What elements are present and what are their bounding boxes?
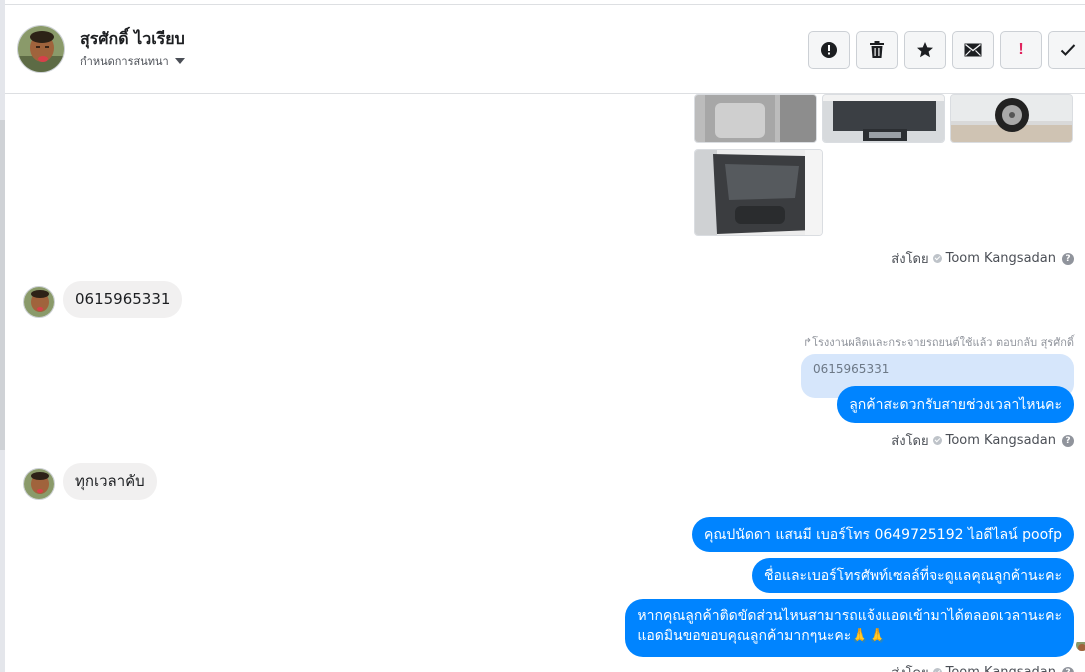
sender-name: Toom Kangsadan (946, 665, 1056, 672)
left-scrollbar[interactable] (0, 0, 5, 672)
mark-spam-button[interactable] (808, 31, 850, 69)
verified-icon (932, 254, 942, 263)
outgoing-message: คุณปนัดดา แสนมี เบอร์โทร 0649725192 ไอดี… (692, 517, 1074, 552)
checkmark-icon (1060, 44, 1075, 56)
outgoing-message-line: หากคุณลูกค้าติดขัดส่วนไหนสามารถแจ้งแอดเข… (637, 608, 1062, 624)
sent-by-label: ส่งโดย Toom Kangsadan ? (891, 662, 1074, 672)
outgoing-message: ลูกค้าสะดวกรับสายช่วงเวลาไหนคะ (837, 386, 1074, 423)
envelope-icon (964, 43, 982, 57)
help-icon[interactable]: ? (1062, 434, 1074, 447)
incoming-message: ทุกเวลาคับ (63, 463, 157, 500)
trash-icon (870, 41, 884, 58)
sent-by-label: ส่งโดย Toom Kangsadan ? (891, 430, 1074, 451)
delete-button[interactable] (856, 31, 898, 69)
scrollbar-thumb[interactable] (0, 120, 5, 450)
done-button[interactable] (1048, 31, 1085, 69)
contact-avatar[interactable] (17, 25, 65, 73)
conversation-settings-dropdown[interactable]: กำหนดการสนทนา (80, 52, 185, 70)
help-icon[interactable]: ? (1062, 252, 1074, 265)
incoming-message: 0615965331 (63, 281, 183, 318)
reply-context-label: ↱โรงงานผลิตและกระจายรถยนต์ใช้แล้ว ตอบกลั… (803, 333, 1074, 351)
contact-avatar-small[interactable] (23, 468, 55, 500)
conversation-settings-label: กำหนดการสนทนา (80, 55, 169, 68)
help-icon[interactable]: ? (1062, 666, 1074, 672)
sent-by-prefix: ส่งโดย (891, 434, 929, 449)
chevron-down-icon (174, 58, 185, 64)
reply-context-text: โรงงานผลิตและกระจายรถยนต์ใช้แล้ว ตอบกลับ… (812, 336, 1074, 349)
star-button[interactable] (904, 31, 946, 69)
sender-name: Toom Kangsadan (945, 251, 1056, 266)
contact-name[interactable]: สุรศักดิ์ ไวเรียบ (80, 27, 185, 52)
reply-arrow-icon: ↱ (802, 336, 813, 349)
conversation-toolbar: ! (808, 31, 1085, 69)
outgoing-message-multiline: หากคุณลูกค้าติดขัดส่วนไหนสามารถแจ้งแอดเข… (625, 599, 1074, 657)
outgoing-message-line: แอดมินขอขอบคุณลูกค้ามากๆนะคะ🙏🙏 (637, 628, 887, 644)
verified-icon (932, 436, 942, 445)
exclamation-icon: ! (1018, 41, 1024, 58)
photo-attachment-engine[interactable] (822, 94, 945, 143)
photo-attachment-wheel[interactable] (950, 94, 1073, 143)
seen-avatar (1076, 639, 1085, 651)
sender-name: Toom Kangsadan (945, 433, 1056, 448)
mark-unread-button[interactable] (952, 31, 994, 69)
sent-by-prefix: ส่งโดย (891, 662, 928, 672)
sent-by-prefix: ส่งโดย (891, 252, 929, 267)
photo-attachment-interior[interactable] (694, 94, 817, 143)
photo-attachment-door[interactable] (694, 149, 823, 236)
alert-circle-icon (821, 42, 837, 58)
star-icon (917, 42, 933, 58)
verified-icon (932, 668, 942, 672)
follow-up-button[interactable]: ! (1000, 31, 1042, 69)
outgoing-message: ชื่อและเบอร์โทรศัพท์เซลล์ที่จะดูแลคุณลูก… (752, 558, 1074, 593)
sent-by-label: ส่งโดย Toom Kangsadan ? (891, 248, 1074, 269)
contact-avatar-small[interactable] (23, 286, 55, 318)
conversation-header: สุรศักดิ์ ไวเรียบ กำหนดการสนทนา ! (5, 4, 1085, 94)
